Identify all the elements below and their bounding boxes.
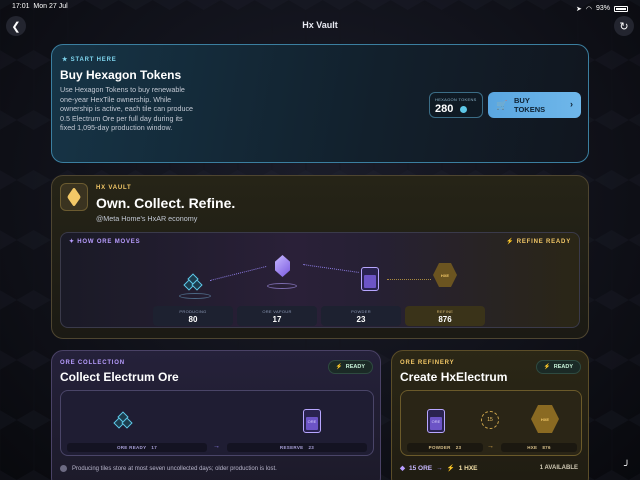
flow-path-3 bbox=[387, 279, 431, 280]
collection-title: Collect Electrum Ore bbox=[60, 370, 179, 384]
collection-ready-badge: ⚡ READY bbox=[327, 360, 373, 374]
ore-vapour-crystal-icon bbox=[275, 255, 290, 277]
stat-refine: REFINE 876 bbox=[405, 306, 485, 326]
buy-tokens-description: Use Hexagon Tokens to buy renewable one-… bbox=[60, 85, 194, 132]
status-bar: 17:01 Mon 27 Jul ➤ ◠ 93% bbox=[0, 0, 640, 14]
buy-tokens-button[interactable]: 🛒 BUY TOKENS › bbox=[488, 92, 581, 118]
flow-label: ✦ HOW ORE MOVES bbox=[69, 239, 141, 245]
tiles-platform bbox=[179, 293, 211, 299]
token-balance-value: 280 bbox=[435, 103, 454, 115]
refine-ready-status: ⚡ REFINE READY bbox=[505, 239, 571, 245]
ore-flow-diagram: ✦ HOW ORE MOVES ⚡ REFINE READY HXE PRODU… bbox=[60, 232, 580, 328]
refine-available: 1 AVAILABLE bbox=[539, 465, 578, 471]
stat-producing: PRODUCING 80 bbox=[153, 306, 233, 326]
battery-icon bbox=[614, 5, 628, 12]
flow-path-1 bbox=[209, 265, 267, 282]
reserve-bar: RESERVE 23 bbox=[227, 443, 367, 452]
vault-cube-icon bbox=[60, 183, 88, 211]
hex-tiles-icon bbox=[183, 273, 207, 291]
hxe-bar: HXE 876 bbox=[501, 443, 577, 452]
status-date: Mon 27 Jul bbox=[33, 3, 68, 10]
hxe-hexagon-icon: HXE bbox=[433, 263, 457, 287]
location-icon: ➤ bbox=[576, 5, 582, 13]
collection-footnote: Producing tiles store at most seven unco… bbox=[60, 465, 277, 472]
stat-powder: POWDER 23 bbox=[321, 306, 401, 326]
powder-jar-icon bbox=[361, 267, 379, 291]
refinery-panel: ORE 15 HXE POWDER 23 → HXE 876 bbox=[400, 390, 582, 456]
vault-subtitle: @Meta Home's HxAR economy bbox=[96, 214, 198, 223]
hxe-hexagon-icon: HXE bbox=[531, 405, 559, 433]
buy-tokens-title: Buy Hexagon Tokens bbox=[60, 68, 182, 82]
status-time: 17:01 bbox=[12, 3, 30, 10]
ore-ready-bar: ORE READY 17 bbox=[67, 443, 207, 452]
refinery-title: Create HxElectrum bbox=[400, 370, 508, 384]
buy-tokens-label: BUY TOKENS bbox=[514, 96, 546, 114]
ore-collection-card[interactable]: ORE COLLECTION Collect Electrum Ore ⚡ REA… bbox=[51, 350, 381, 480]
recipe-cost: 15 ORE bbox=[409, 464, 433, 472]
flow-path-2 bbox=[303, 264, 359, 273]
stat-ore-vapour: ORE VAPOUR 17 bbox=[237, 306, 317, 326]
ore-gem-icon: ◆ bbox=[400, 465, 405, 472]
refine-recipe: ◆ 15 ORE → ⚡ 1 HXE bbox=[400, 464, 478, 473]
hex-tiles-icon bbox=[113, 411, 137, 429]
arrow-right-icon: → bbox=[487, 443, 494, 450]
resize-handle-icon[interactable]: ╯ bbox=[624, 461, 630, 472]
vault-eyebrow: HX VAULT bbox=[96, 185, 132, 191]
ratio-badge: 15 bbox=[481, 411, 499, 429]
wifi-icon: ◠ bbox=[585, 5, 592, 13]
vault-card: HX VAULT Own. Collect. Refine. @Meta Hom… bbox=[51, 175, 589, 339]
token-balance: HEXAGON TOKENS 280 bbox=[429, 92, 483, 118]
refinery-eyebrow: ORE REFINERY bbox=[400, 360, 455, 366]
token-coin-icon bbox=[460, 106, 467, 113]
ore-jar-icon: ORE bbox=[303, 409, 321, 433]
powder-bar: POWDER 23 bbox=[407, 443, 483, 452]
chevron-right-icon: › bbox=[570, 99, 573, 109]
bolt-icon: ⚡ bbox=[446, 465, 455, 472]
page-title: Hx Vault bbox=[302, 20, 338, 30]
nav-bar: ❮ Hx Vault ↻ bbox=[0, 14, 640, 36]
info-icon bbox=[60, 465, 67, 472]
ore-jar-icon: ORE bbox=[427, 409, 445, 433]
collection-panel: ORE ORE READY 17 → RESERVE 23 bbox=[60, 390, 374, 456]
recipe-yield: 1 HXE bbox=[458, 464, 478, 472]
arrow-right-icon: → bbox=[436, 464, 443, 472]
refresh-button[interactable]: ↻ bbox=[614, 16, 634, 36]
bolt-icon: ⚡ bbox=[543, 364, 551, 370]
start-eyebrow: ★ START HERE bbox=[62, 57, 117, 63]
vault-title: Own. Collect. Refine. bbox=[96, 195, 236, 211]
ore-refinery-card[interactable]: ORE REFINERY Create HxElectrum ⚡ READY OR… bbox=[391, 350, 589, 480]
refresh-icon: ↻ bbox=[619, 20, 629, 33]
battery-percent: 93% bbox=[595, 5, 610, 12]
arrow-right-icon: → bbox=[213, 443, 220, 450]
bolt-icon: ⚡ bbox=[335, 364, 343, 370]
buy-tokens-card: ★ START HERE Buy Hexagon Tokens Use Hexa… bbox=[51, 44, 589, 163]
token-balance-label: HEXAGON TOKENS bbox=[435, 97, 477, 102]
vapour-platform bbox=[267, 283, 297, 289]
refinery-ready-badge: ⚡ READY bbox=[535, 360, 581, 374]
collection-eyebrow: ORE COLLECTION bbox=[60, 360, 125, 366]
cart-icon: 🛒 bbox=[496, 100, 508, 110]
